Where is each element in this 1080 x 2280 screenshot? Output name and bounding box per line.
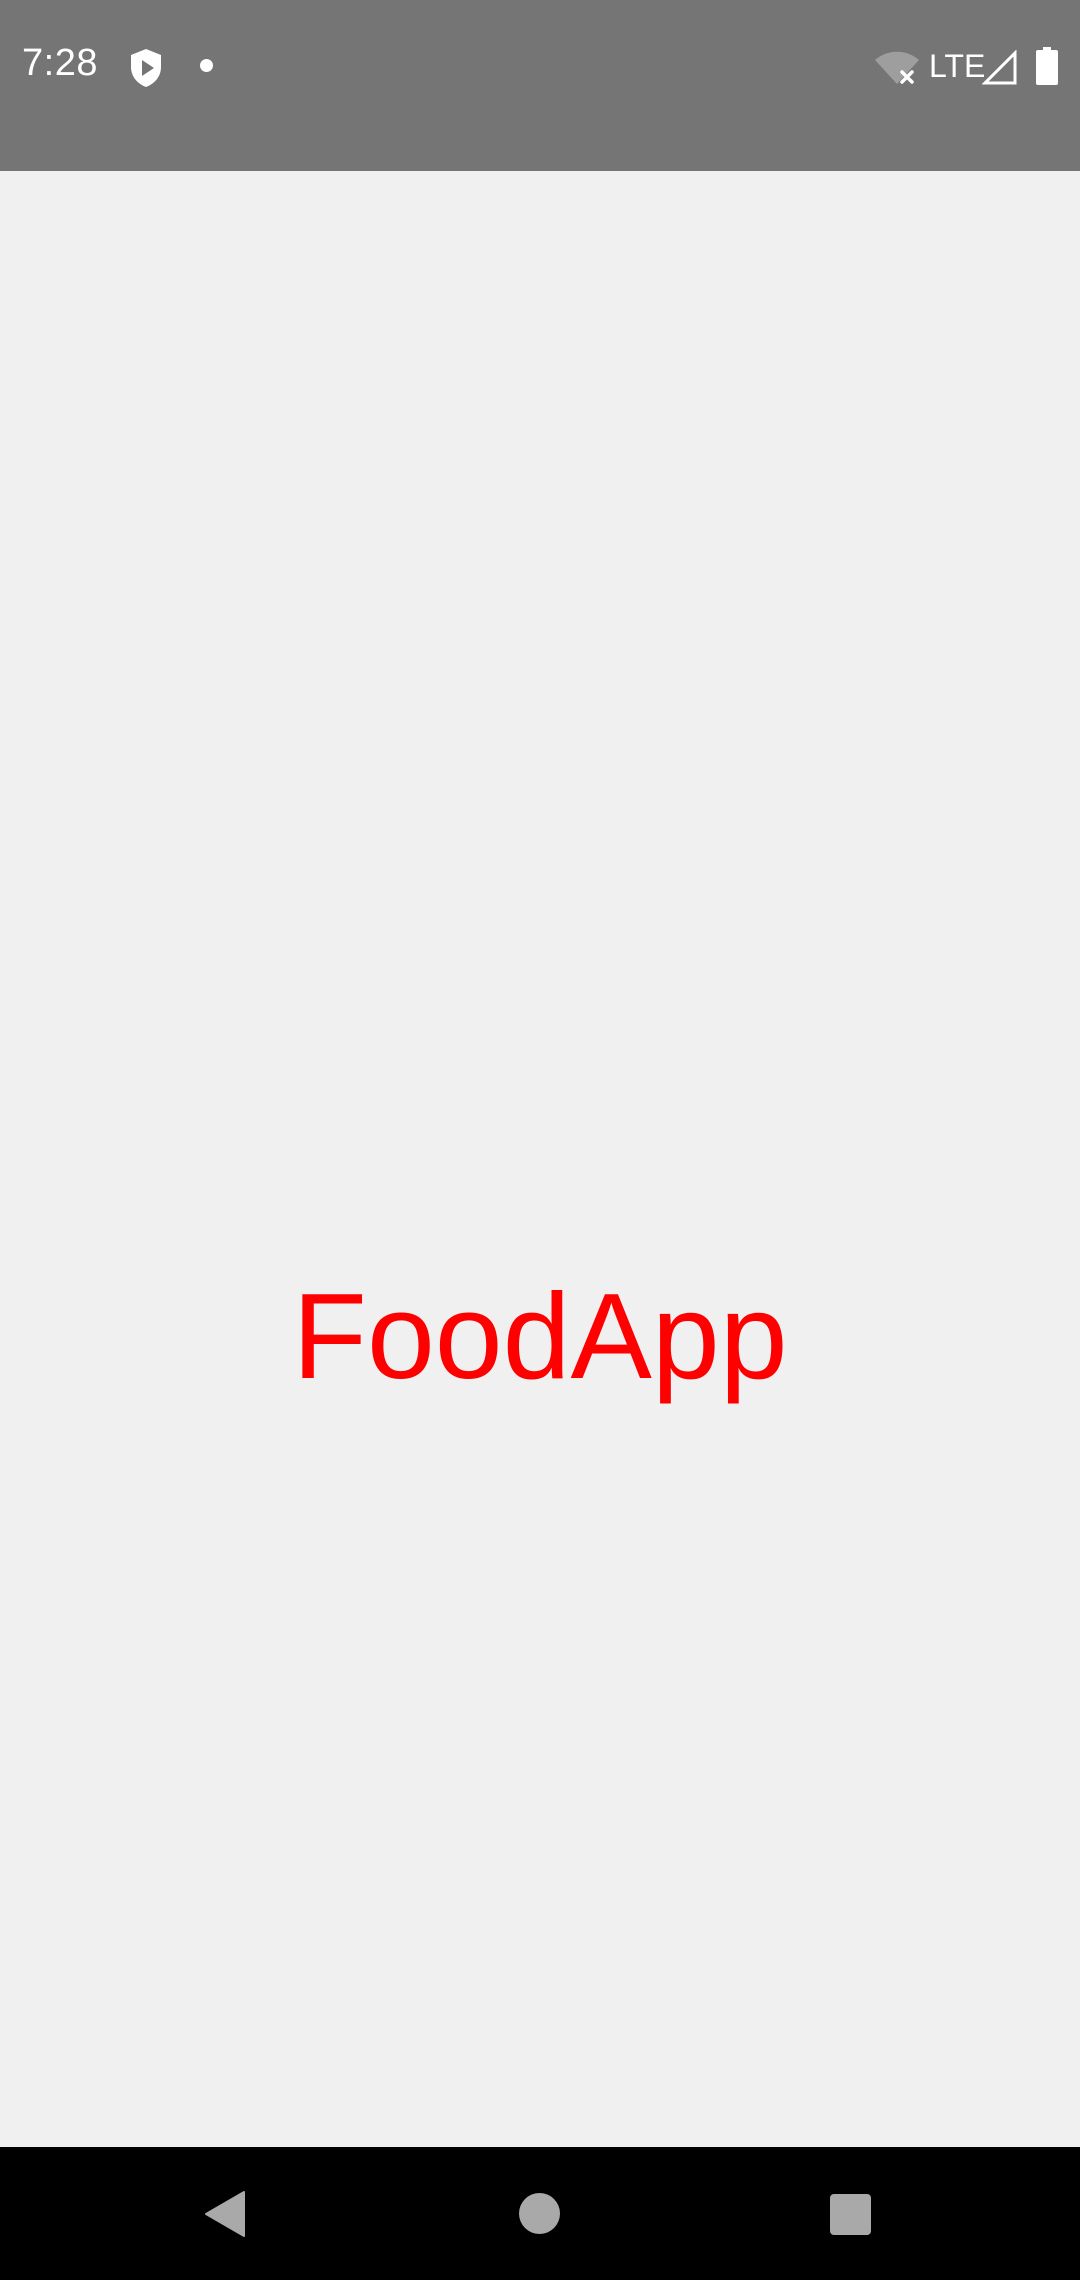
home-icon[interactable] (519, 2193, 560, 2234)
status-time: 7:28 (22, 42, 98, 84)
play-protect-shield-icon (131, 49, 161, 87)
wifi-off-icon (875, 51, 919, 84)
splash-content: FoodApp (0, 171, 1080, 2147)
notification-dot-icon (200, 59, 213, 72)
back-icon[interactable] (204, 2190, 246, 2238)
status-bar: 7:28 LTE (0, 0, 1080, 171)
battery-icon (1036, 47, 1058, 85)
cell-signal-icon (982, 50, 1017, 85)
network-type-label: LTE (929, 48, 986, 84)
navigation-bar (0, 2147, 1080, 2280)
app-title: FoodApp (292, 1268, 788, 1404)
recents-icon[interactable] (830, 2194, 871, 2235)
splash-screen: 7:28 LTE FoodApp (0, 0, 1080, 2280)
